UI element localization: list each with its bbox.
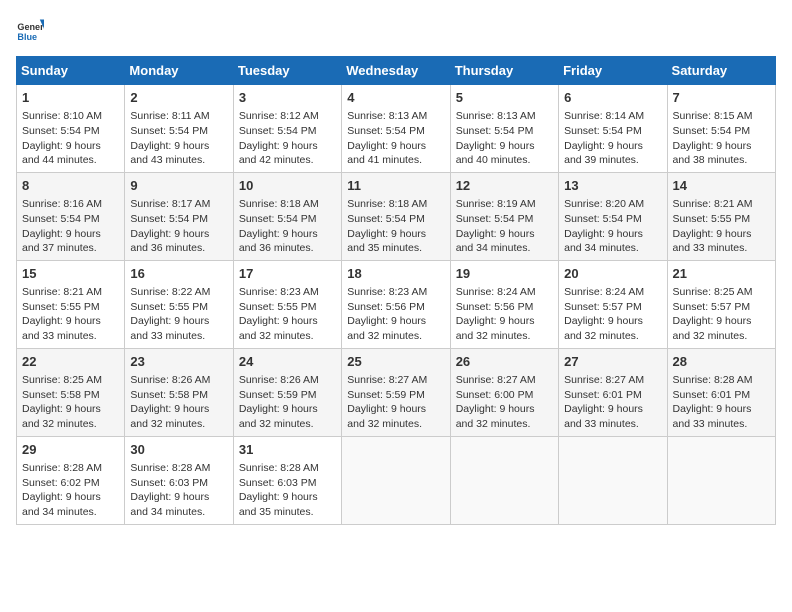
calendar-table: SundayMondayTuesdayWednesdayThursdayFrid… [16, 56, 776, 525]
calendar-cell: 15Sunrise: 8:21 AMSunset: 5:55 PMDayligh… [17, 260, 125, 348]
calendar-cell: 19Sunrise: 8:24 AMSunset: 5:56 PMDayligh… [450, 260, 558, 348]
calendar-week-row: 8Sunrise: 8:16 AMSunset: 5:54 PMDaylight… [17, 172, 776, 260]
page-header: General Blue [16, 16, 776, 44]
day-number: 31 [239, 441, 336, 459]
calendar-cell: 8Sunrise: 8:16 AMSunset: 5:54 PMDaylight… [17, 172, 125, 260]
day-number: 6 [564, 89, 661, 107]
calendar-cell: 14Sunrise: 8:21 AMSunset: 5:55 PMDayligh… [667, 172, 775, 260]
calendar-cell: 25Sunrise: 8:27 AMSunset: 5:59 PMDayligh… [342, 348, 450, 436]
calendar-cell: 18Sunrise: 8:23 AMSunset: 5:56 PMDayligh… [342, 260, 450, 348]
calendar-cell: 12Sunrise: 8:19 AMSunset: 5:54 PMDayligh… [450, 172, 558, 260]
calendar-cell: 11Sunrise: 8:18 AMSunset: 5:54 PMDayligh… [342, 172, 450, 260]
day-number: 16 [130, 265, 227, 283]
day-number: 30 [130, 441, 227, 459]
day-number: 21 [673, 265, 770, 283]
logo-icon: General Blue [16, 16, 44, 44]
calendar-cell: 28Sunrise: 8:28 AMSunset: 6:01 PMDayligh… [667, 348, 775, 436]
day-of-week-header: Monday [125, 57, 233, 85]
day-number: 10 [239, 177, 336, 195]
calendar-week-row: 1Sunrise: 8:10 AMSunset: 5:54 PMDaylight… [17, 85, 776, 173]
day-number: 28 [673, 353, 770, 371]
logo: General Blue [16, 16, 44, 44]
calendar-cell: 21Sunrise: 8:25 AMSunset: 5:57 PMDayligh… [667, 260, 775, 348]
calendar-cell: 24Sunrise: 8:26 AMSunset: 5:59 PMDayligh… [233, 348, 341, 436]
day-of-week-header: Sunday [17, 57, 125, 85]
calendar-week-row: 29Sunrise: 8:28 AMSunset: 6:02 PMDayligh… [17, 436, 776, 524]
calendar-cell: 26Sunrise: 8:27 AMSunset: 6:00 PMDayligh… [450, 348, 558, 436]
calendar-week-row: 22Sunrise: 8:25 AMSunset: 5:58 PMDayligh… [17, 348, 776, 436]
calendar-cell: 31Sunrise: 8:28 AMSunset: 6:03 PMDayligh… [233, 436, 341, 524]
day-of-week-header: Wednesday [342, 57, 450, 85]
svg-text:General: General [17, 22, 44, 32]
day-number: 5 [456, 89, 553, 107]
day-number: 12 [456, 177, 553, 195]
day-of-week-header: Tuesday [233, 57, 341, 85]
day-number: 27 [564, 353, 661, 371]
day-of-week-header: Thursday [450, 57, 558, 85]
calendar-cell: 10Sunrise: 8:18 AMSunset: 5:54 PMDayligh… [233, 172, 341, 260]
calendar-cell: 2Sunrise: 8:11 AMSunset: 5:54 PMDaylight… [125, 85, 233, 173]
day-of-week-header: Friday [559, 57, 667, 85]
calendar-cell: 27Sunrise: 8:27 AMSunset: 6:01 PMDayligh… [559, 348, 667, 436]
day-number: 17 [239, 265, 336, 283]
calendar-cell [342, 436, 450, 524]
day-number: 18 [347, 265, 444, 283]
day-number: 15 [22, 265, 119, 283]
day-number: 24 [239, 353, 336, 371]
calendar-cell: 4Sunrise: 8:13 AMSunset: 5:54 PMDaylight… [342, 85, 450, 173]
calendar-cell: 17Sunrise: 8:23 AMSunset: 5:55 PMDayligh… [233, 260, 341, 348]
calendar-cell: 22Sunrise: 8:25 AMSunset: 5:58 PMDayligh… [17, 348, 125, 436]
calendar-cell [450, 436, 558, 524]
day-number: 26 [456, 353, 553, 371]
calendar-cell: 20Sunrise: 8:24 AMSunset: 5:57 PMDayligh… [559, 260, 667, 348]
day-of-week-header: Saturday [667, 57, 775, 85]
day-number: 25 [347, 353, 444, 371]
calendar-cell [559, 436, 667, 524]
calendar-cell: 5Sunrise: 8:13 AMSunset: 5:54 PMDaylight… [450, 85, 558, 173]
calendar-cell: 23Sunrise: 8:26 AMSunset: 5:58 PMDayligh… [125, 348, 233, 436]
calendar-cell: 30Sunrise: 8:28 AMSunset: 6:03 PMDayligh… [125, 436, 233, 524]
calendar-cell: 1Sunrise: 8:10 AMSunset: 5:54 PMDaylight… [17, 85, 125, 173]
day-number: 29 [22, 441, 119, 459]
calendar-header-row: SundayMondayTuesdayWednesdayThursdayFrid… [17, 57, 776, 85]
day-number: 13 [564, 177, 661, 195]
day-number: 7 [673, 89, 770, 107]
day-number: 4 [347, 89, 444, 107]
svg-text:Blue: Blue [17, 32, 37, 42]
day-number: 20 [564, 265, 661, 283]
day-number: 9 [130, 177, 227, 195]
day-number: 11 [347, 177, 444, 195]
calendar-cell: 7Sunrise: 8:15 AMSunset: 5:54 PMDaylight… [667, 85, 775, 173]
day-number: 1 [22, 89, 119, 107]
day-number: 14 [673, 177, 770, 195]
day-number: 3 [239, 89, 336, 107]
calendar-cell: 3Sunrise: 8:12 AMSunset: 5:54 PMDaylight… [233, 85, 341, 173]
day-number: 22 [22, 353, 119, 371]
calendar-cell: 29Sunrise: 8:28 AMSunset: 6:02 PMDayligh… [17, 436, 125, 524]
day-number: 2 [130, 89, 227, 107]
day-number: 8 [22, 177, 119, 195]
day-number: 19 [456, 265, 553, 283]
calendar-cell [667, 436, 775, 524]
calendar-cell: 9Sunrise: 8:17 AMSunset: 5:54 PMDaylight… [125, 172, 233, 260]
calendar-cell: 6Sunrise: 8:14 AMSunset: 5:54 PMDaylight… [559, 85, 667, 173]
calendar-cell: 16Sunrise: 8:22 AMSunset: 5:55 PMDayligh… [125, 260, 233, 348]
day-number: 23 [130, 353, 227, 371]
calendar-week-row: 15Sunrise: 8:21 AMSunset: 5:55 PMDayligh… [17, 260, 776, 348]
calendar-cell: 13Sunrise: 8:20 AMSunset: 5:54 PMDayligh… [559, 172, 667, 260]
